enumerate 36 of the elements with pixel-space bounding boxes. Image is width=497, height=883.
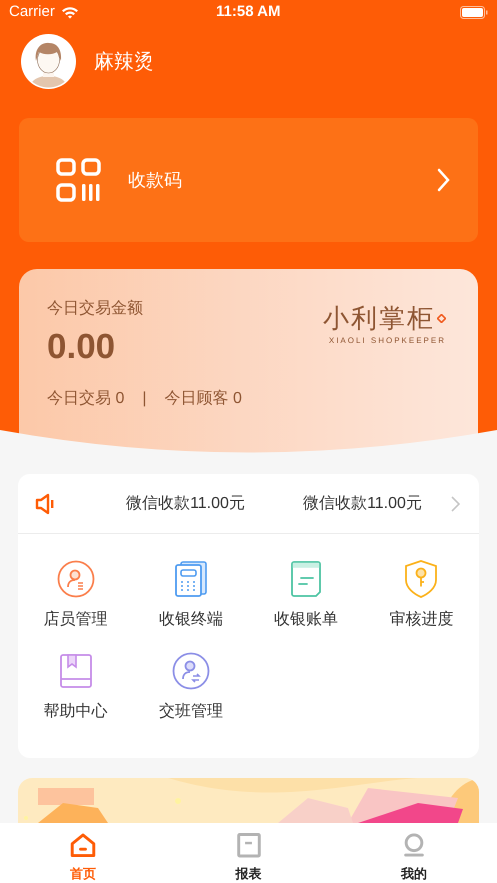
shield-key-icon: [404, 560, 438, 598]
user-icon: [403, 833, 426, 858]
battery-icon: [460, 6, 488, 18]
menu-item[interactable]: 帮助中心: [44, 700, 108, 724]
carrier-label: Carrier: [9, 2, 55, 22]
calculator-icon: [174, 561, 207, 597]
menu-item[interactable]: 交班管理: [158, 700, 223, 724]
brand-logo: 小利掌柜: [323, 303, 435, 333]
menu-item[interactable]: 审核进度: [389, 608, 454, 632]
today-amount-value: 0.00: [47, 326, 116, 368]
chevron-right-icon: [437, 168, 450, 192]
status-time: 11:58 AM: [216, 2, 280, 22]
diamond-icon: [437, 314, 446, 322]
payment-notice: 微信收款11.00元: [303, 494, 422, 514]
tab-bar-item[interactable]: 报表: [166, 823, 332, 883]
menu-item[interactable]: 店员管理: [44, 608, 108, 632]
tab-bar-item[interactable]: 我的: [331, 823, 497, 883]
today-trades: 今日交易 0: [47, 388, 124, 409]
user-swap-icon: [172, 652, 210, 690]
avatar-icon[interactable]: [21, 34, 76, 89]
today-amount-title: 今日交易金额: [47, 299, 143, 319]
separator: |: [142, 389, 146, 409]
menu-item[interactable]: 收银终端: [158, 608, 223, 632]
book-icon: [60, 654, 92, 688]
chevron-right-icon: [451, 496, 460, 512]
payment-notice: 微信收款11.00元: [126, 494, 245, 514]
qr-code-icon: [56, 158, 102, 202]
brand-slogan: XIAOLI SHOPKEEPER: [328, 335, 446, 347]
today-customers: 今日顾客 0: [164, 388, 242, 409]
wifi-icon: [60, 6, 79, 18]
bill-icon: [290, 561, 322, 597]
user-name: 麻辣烫: [94, 50, 154, 74]
home-icon: [70, 833, 96, 858]
staff-icon: [56, 560, 95, 598]
report-icon: [236, 833, 260, 858]
menu-item[interactable]: 收银账单: [274, 608, 338, 632]
